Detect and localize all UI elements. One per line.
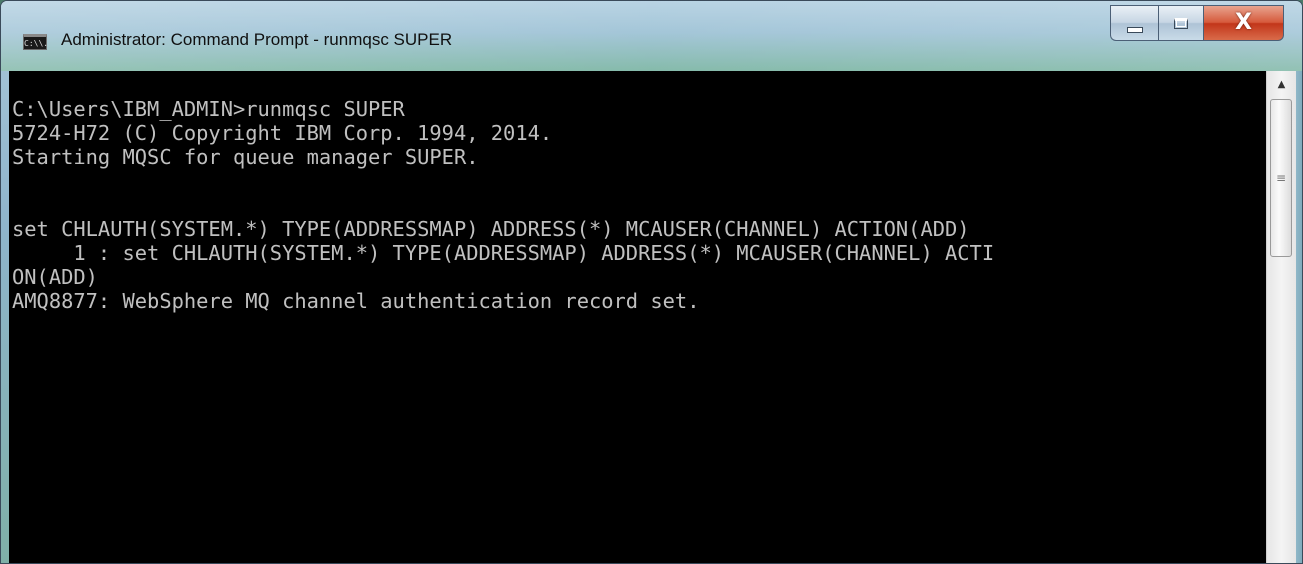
console-line: AMQ8877: WebSphere MQ channel authentica… <box>12 289 700 313</box>
minimize-button[interactable] <box>1110 5 1158 41</box>
command-prompt-window: C:\\. Administrator: Command Prompt - ru… <box>0 0 1303 564</box>
close-icon: X <box>1235 10 1252 35</box>
scroll-up-arrow-icon[interactable]: ▲ <box>1267 71 1296 97</box>
console-line: ON(ADD) <box>12 265 98 289</box>
minimize-icon <box>1126 27 1143 33</box>
caption-buttons: X <box>1110 5 1284 41</box>
console-line: 1 : set CHLAUTH(SYSTEM.*) TYPE(ADDRESSMA… <box>12 241 995 265</box>
scroll-thumb[interactable]: ≡ <box>1270 99 1292 257</box>
console-line: Starting MQSC for queue manager SUPER. <box>12 145 479 169</box>
window-title: Administrator: Command Prompt - runmqsc … <box>61 30 453 49</box>
console-line: 5724-H72 (C) Copyright IBM Corp. 1994, 2… <box>12 121 553 145</box>
window-frame-right <box>1296 71 1302 563</box>
maximize-button[interactable] <box>1158 5 1204 41</box>
title-bar[interactable]: C:\\. Administrator: Command Prompt - ru… <box>1 1 1302 71</box>
maximize-icon <box>1174 17 1188 29</box>
console-line: set CHLAUTH(SYSTEM.*) TYPE(ADDRESSMAP) A… <box>12 217 970 241</box>
console-text: C:\Users\IBM_ADMIN>runmqsc SUPER 5724-H7… <box>12 97 994 313</box>
vertical-scrollbar[interactable]: ▲ ≡ <box>1266 71 1296 563</box>
console-output[interactable]: C:\Users\IBM_ADMIN>runmqsc SUPER 5724-H7… <box>9 71 1266 563</box>
close-button[interactable]: X <box>1204 5 1284 41</box>
cmd-icon[interactable]: C:\\. <box>23 34 48 50</box>
console-line: C:\Users\IBM_ADMIN>runmqsc SUPER <box>12 97 405 121</box>
grip-icon: ≡ <box>1275 171 1287 185</box>
